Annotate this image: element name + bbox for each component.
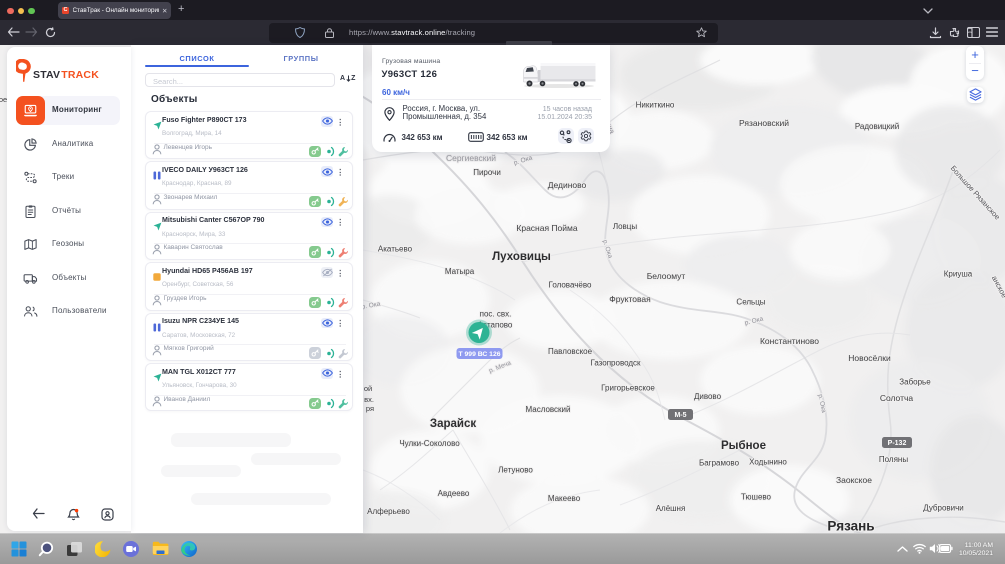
- svg-text:Дивово: Дивово: [694, 392, 722, 401]
- svg-text:Поляны: Поляны: [879, 455, 908, 464]
- svg-text:Т 999 ВС 126: Т 999 ВС 126: [458, 351, 500, 358]
- svg-text:Сельцы: Сельцы: [736, 298, 765, 307]
- svg-text:Пирочи: Пирочи: [473, 168, 501, 177]
- svg-text:Газопроводск: Газопроводск: [590, 359, 641, 368]
- svg-text:М-5: М-5: [674, 412, 686, 419]
- svg-text:Р-132: Р-132: [888, 440, 907, 447]
- svg-text:Радовицкий: Радовицкий: [855, 122, 899, 131]
- svg-text:Дединово: Дединово: [548, 180, 587, 190]
- svg-text:Алёшня: Алёшня: [656, 504, 686, 513]
- svg-text:Авдеево: Авдеево: [438, 489, 470, 498]
- svg-text:Новосёлки: Новосёлки: [848, 353, 891, 363]
- svg-text:Рыбное: Рыбное: [721, 440, 766, 452]
- svg-text:Головачёво: Головачёво: [549, 281, 592, 290]
- svg-text:Константиново: Константиново: [760, 336, 819, 346]
- svg-text:Павловское: Павловское: [548, 347, 593, 356]
- svg-text:Чулки-Соколово: Чулки-Соколово: [399, 439, 460, 448]
- svg-text:Григорьевское: Григорьевское: [601, 384, 655, 393]
- svg-text:Ловцы: Ловцы: [613, 222, 638, 231]
- svg-text:Рязановский: Рязановский: [739, 118, 789, 128]
- svg-text:Баграмово: Баграмово: [699, 459, 740, 468]
- svg-text:Фруктовая: Фруктовая: [609, 294, 651, 304]
- svg-text:Рязань: Рязань: [827, 519, 874, 533]
- svg-text:Летуново: Летуново: [498, 466, 533, 475]
- svg-text:Заборье: Заборье: [899, 378, 931, 387]
- svg-text:ря: ря: [366, 404, 374, 413]
- svg-text:Дубровичи: Дубровичи: [923, 504, 964, 513]
- svg-text:Луховицы: Луховицы: [492, 251, 551, 263]
- svg-text:Тюшево: Тюшево: [741, 493, 772, 502]
- svg-text:Криуша: Криуша: [944, 270, 973, 279]
- svg-text:Заокское: Заокское: [836, 475, 872, 485]
- svg-text:Акатьево: Акатьево: [378, 245, 413, 254]
- svg-text:Макеево: Макеево: [548, 494, 581, 503]
- svg-text:Солотча: Солотча: [880, 393, 914, 403]
- svg-text:Матыра: Матыра: [445, 267, 475, 276]
- svg-text:пос. свх.: пос. свх.: [480, 310, 512, 319]
- svg-text:Белоомут: Белоомут: [647, 271, 686, 281]
- svg-text:Ходынино: Ходынино: [749, 458, 787, 467]
- svg-text:Алферьево: Алферьево: [367, 507, 410, 516]
- svg-text:Зарайск: Зарайск: [430, 418, 476, 430]
- svg-text:Сергиевский: Сергиевский: [446, 153, 496, 163]
- svg-text:Масловский: Масловский: [525, 405, 570, 414]
- svg-text:ой: ой: [364, 384, 372, 393]
- svg-text:Красная Пойма: Красная Пойма: [516, 223, 577, 233]
- svg-text:Никиткино: Никиткино: [636, 101, 675, 110]
- svg-text:вх.: вх.: [364, 395, 374, 404]
